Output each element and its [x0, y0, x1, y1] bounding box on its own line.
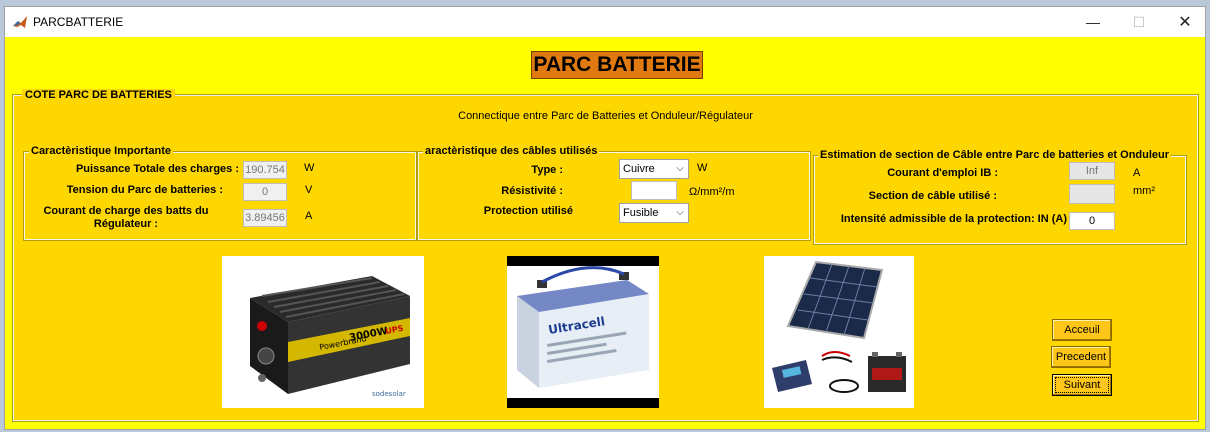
group-section-title: Estimation de section de Câble entre Par… [818, 149, 1172, 161]
type-label: Type : [531, 164, 563, 176]
courant-charge-label: Courant de charge des batts du Régulateu… [29, 205, 223, 231]
accueil-button[interactable]: Acceuil [1052, 319, 1112, 341]
close-button[interactable]: ✕ [1162, 7, 1208, 37]
figure-content: PARC BATTERIE COTE PARC DE BATTERIES Con… [5, 37, 1205, 429]
battery-image: Ultracell [507, 256, 659, 408]
battery-panel: COTE PARC DE BATTERIES Connectique entre… [12, 89, 1199, 422]
courant-emploi-unit: A [1133, 167, 1141, 179]
puissance-unit: W [304, 162, 315, 174]
group-section: Estimation de section de Câble entre Par… [813, 149, 1187, 245]
courant-charge-label-line1: Courant de charge des batts du [43, 205, 209, 217]
panel-subtitle: Connectique entre Parc de Batteries et O… [458, 110, 753, 122]
inverter-credit-text: sodesolar [372, 390, 406, 398]
type-select-value: Cuivre [623, 163, 655, 175]
courant-charge-field[interactable]: 3.89456 [243, 209, 287, 227]
protection-select[interactable]: Fusible ⌵ [619, 203, 689, 223]
resistivite-unit: Ω/mm²/m [689, 186, 735, 198]
precedent-button[interactable]: Precedent [1051, 346, 1111, 368]
courant-charge-label-line2: Régulateur : [93, 218, 159, 230]
type-unit: W [697, 162, 708, 174]
matlab-icon [12, 14, 28, 30]
courant-charge-unit: A [305, 210, 313, 222]
courant-emploi-label: Courant d'emploi IB : [887, 167, 998, 179]
tension-label: Tension du Parc de batteries : [66, 184, 223, 196]
resistivite-label: Résistivité : [501, 185, 563, 197]
app-window: PARCBATTERIE — ☐ ✕ PARC BATTERIE COTE PA… [4, 6, 1206, 430]
group-caracteristique-title: Caractèristique Importante [29, 145, 173, 157]
title-bar: PARCBATTERIE — ☐ ✕ [5, 7, 1205, 37]
section-unit: mm² [1133, 185, 1155, 197]
battery-illustration: Ultracell [507, 266, 659, 398]
solar-kit-illustration [772, 260, 906, 393]
protection-label: Protection utilisé [483, 205, 573, 217]
tension-field[interactable]: 0 [243, 183, 287, 201]
panel-title: COTE PARC DE BATTERIES [22, 89, 175, 101]
group-cables: aractèristique des câbles utilisés Type … [417, 145, 811, 241]
inverter-image: Powerbrand 3000W UPS sodesolar [222, 256, 424, 408]
chevron-down-icon: ⌵ [676, 163, 684, 174]
inverter-illustration: Powerbrand 3000W UPS sodesolar [250, 276, 410, 398]
intensite-field[interactable]: 0 [1069, 212, 1115, 230]
protection-select-value: Fusible [623, 207, 659, 219]
window-title: PARCBATTERIE [33, 15, 124, 29]
courant-emploi-field[interactable]: Inf [1069, 162, 1115, 180]
group-caracteristique: Caractèristique Importante Puissance Tot… [23, 145, 417, 241]
minimize-button[interactable]: — [1070, 7, 1116, 37]
type-select[interactable]: Cuivre ⌵ [619, 159, 689, 179]
page-title: PARC BATTERIE [531, 51, 703, 79]
resistivite-field[interactable] [631, 181, 677, 200]
suivant-button[interactable]: Suivant [1052, 374, 1112, 396]
intensite-label: Intensité admissible de la protection: I… [840, 213, 1067, 225]
group-cables-title: aractèristique des câbles utilisés [423, 145, 600, 157]
maximize-button[interactable]: ☐ [1116, 7, 1162, 37]
puissance-field[interactable]: 190.754 [243, 161, 287, 179]
section-field[interactable] [1069, 184, 1115, 204]
chevron-down-icon: ⌵ [676, 207, 684, 218]
tension-unit: V [305, 184, 313, 196]
puissance-label: Puissance Totale des charges : [75, 163, 239, 175]
solar-kit-image [764, 256, 914, 408]
section-label: Section de câble utilisé : [868, 190, 997, 202]
